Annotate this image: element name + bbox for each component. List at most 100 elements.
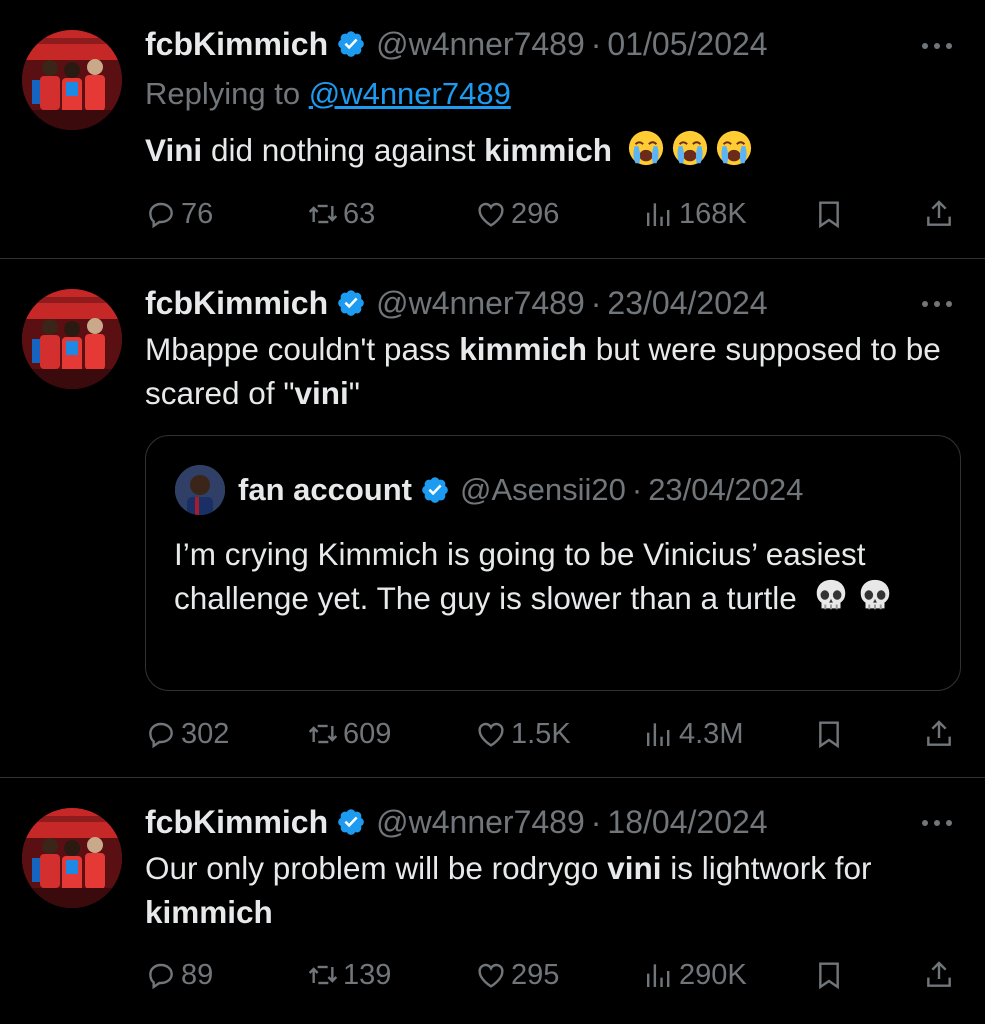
action-bar: 89 139 295 290K — [145, 955, 965, 995]
views-button[interactable]: 168K — [643, 194, 747, 234]
skull-icon — [856, 577, 894, 615]
loudly-crying-face-icon — [627, 129, 665, 167]
tweet-text: Mbappe couldn't pass kimmich but were su… — [145, 327, 965, 415]
like-button[interactable]: 295 — [475, 955, 559, 995]
views-icon — [643, 959, 675, 991]
replying-prefix: Replying to — [145, 76, 301, 111]
reply-icon — [145, 198, 177, 230]
quoted-header: fan account @Asensii20 · 23/04/2024 — [238, 470, 803, 510]
bookmark-icon[interactable] — [813, 959, 845, 991]
tweet-date[interactable]: 23/04/2024 — [607, 283, 767, 323]
heart-icon — [475, 959, 507, 991]
views-icon — [643, 198, 675, 230]
verified-badge-icon — [336, 288, 366, 318]
text-part: " — [348, 375, 360, 411]
user-handle[interactable]: @w4nner7489 — [376, 283, 585, 323]
tweet-date[interactable]: 01/05/2024 — [607, 24, 767, 64]
avatar[interactable] — [22, 30, 122, 130]
text-part: did nothing against — [202, 132, 485, 168]
reply-button[interactable]: 76 — [145, 194, 213, 234]
loudly-crying-face-icon — [715, 129, 753, 167]
tweet-text: Vini did nothing against kimmich — [145, 128, 965, 172]
retweet-icon — [307, 198, 339, 230]
views-button[interactable]: 4.3M — [643, 714, 743, 754]
like-button[interactable]: 1.5K — [475, 714, 571, 754]
retweet-icon — [307, 718, 339, 750]
reply-button[interactable]: 89 — [145, 955, 213, 995]
user-handle[interactable]: @w4nner7489 — [376, 802, 585, 842]
views-button[interactable]: 290K — [643, 955, 747, 995]
action-bar: 76 63 296 168K — [145, 194, 965, 234]
user-handle[interactable]: @w4nner7489 — [376, 24, 585, 64]
views-count: 168K — [679, 197, 747, 230]
more-options-icon[interactable] — [917, 813, 957, 833]
text-part: vini — [294, 375, 349, 411]
quoted-text: I’m crying Kimmich is going to be Vinici… — [174, 532, 944, 620]
separator: · — [590, 285, 602, 321]
tweet-header: fcbKimmich @w4nner7489 · 23/04/2024 — [145, 283, 768, 323]
display-name[interactable]: fcbKimmich — [145, 283, 328, 323]
like-count: 1.5K — [511, 717, 571, 750]
tweet-header: fcbKimmich @w4nner7489 · 01/05/2024 — [145, 24, 768, 64]
divider — [0, 258, 985, 259]
replying-to: Replying to @w4nner7489 — [145, 74, 511, 114]
text-part: kimmich — [145, 894, 273, 930]
divider — [0, 777, 985, 778]
text-part: Vini — [145, 132, 203, 168]
quoted-handle[interactable]: @Asensii20 — [460, 470, 626, 510]
like-button[interactable]: 296 — [475, 194, 559, 234]
share-icon[interactable] — [923, 959, 955, 991]
tweet-text: Our only problem will be rodrygo vini is… — [145, 846, 965, 934]
verified-badge-icon — [336, 29, 366, 59]
text-part: kimmich — [484, 132, 612, 168]
tweet-header: fcbKimmich @w4nner7489 · 18/04/2024 — [145, 802, 768, 842]
reply-count: 76 — [181, 197, 214, 230]
text-part: vini — [607, 850, 662, 886]
retweet-count: 63 — [343, 197, 376, 230]
avatar[interactable] — [22, 289, 122, 389]
replying-to-link[interactable]: @w4nner7489 — [309, 76, 511, 111]
retweet-button[interactable]: 63 — [307, 194, 375, 234]
separator: · — [590, 26, 602, 62]
more-options-icon[interactable] — [917, 294, 957, 314]
display-name[interactable]: fcbKimmich — [145, 24, 328, 64]
retweet-count: 609 — [343, 717, 392, 750]
retweet-button[interactable]: 609 — [307, 714, 391, 754]
verified-badge-icon — [336, 807, 366, 837]
views-icon — [643, 718, 675, 750]
reply-icon — [145, 959, 177, 991]
reply-count: 89 — [181, 958, 214, 991]
bookmark-icon[interactable] — [813, 198, 845, 230]
profile-photo — [22, 30, 122, 130]
text-part: kimmich — [459, 331, 588, 367]
reply-count: 302 — [181, 717, 230, 750]
quoted-text-content: I’m crying Kimmich is going to be Vinici… — [174, 536, 866, 616]
action-bar: 302 609 1.5K 4.3M — [145, 714, 965, 754]
quoted-avatar[interactable] — [175, 465, 225, 515]
skull-icon — [812, 577, 850, 615]
reply-button[interactable]: 302 — [145, 714, 229, 754]
heart-icon — [475, 718, 507, 750]
tweet-date[interactable]: 18/04/2024 — [607, 802, 767, 842]
views-count: 290K — [679, 958, 747, 991]
separator: · — [590, 804, 602, 840]
share-icon[interactable] — [923, 718, 955, 750]
retweet-icon — [307, 959, 339, 991]
display-name[interactable]: fcbKimmich — [145, 802, 328, 842]
verified-badge-icon — [420, 475, 450, 505]
text-part: Mbappe couldn't pass — [145, 331, 460, 367]
profile-photo — [22, 808, 122, 908]
heart-icon — [475, 198, 507, 230]
retweet-button[interactable]: 139 — [307, 955, 391, 995]
avatar[interactable] — [22, 808, 122, 908]
profile-photo — [22, 289, 122, 389]
views-count: 4.3M — [679, 717, 744, 750]
bookmark-icon[interactable] — [813, 718, 845, 750]
text-part: Our only problem will be rodrygo — [145, 850, 608, 886]
quoted-date[interactable]: 23/04/2024 — [648, 470, 803, 510]
quoted-tweet[interactable]: fan account @Asensii20 · 23/04/2024 I’m … — [145, 435, 961, 691]
share-icon[interactable] — [923, 198, 955, 230]
more-options-icon[interactable] — [917, 36, 957, 56]
reply-icon — [145, 718, 177, 750]
quoted-display-name[interactable]: fan account — [238, 470, 412, 510]
